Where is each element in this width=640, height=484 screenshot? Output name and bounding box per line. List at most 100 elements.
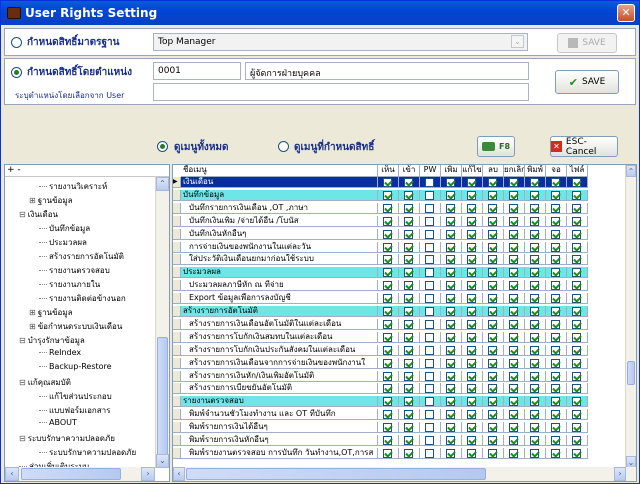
permission-checkbox[interactable] bbox=[425, 281, 434, 291]
permission-checkbox[interactable] bbox=[509, 178, 518, 187]
permission-checkbox[interactable] bbox=[572, 255, 581, 265]
permission-checkbox[interactable] bbox=[488, 294, 497, 304]
permission-checkbox[interactable] bbox=[509, 410, 518, 420]
permission-checkbox[interactable] bbox=[530, 358, 539, 368]
permission-checkbox[interactable] bbox=[383, 332, 392, 342]
tree-scroll-right-button[interactable]: › bbox=[141, 467, 155, 481]
grid-row[interactable]: ใส่ประวัติเงินเดือนยกมาก่อนใช้ระบบ bbox=[173, 254, 627, 266]
tree-scroll-left-button[interactable]: ‹ bbox=[5, 467, 19, 481]
permission-checkbox[interactable] bbox=[572, 229, 581, 239]
permission-checkbox[interactable] bbox=[509, 255, 518, 265]
tree-node[interactable]: แบบฟอร์มเอกสาร bbox=[39, 404, 110, 417]
permission-checkbox[interactable] bbox=[383, 319, 392, 329]
permission-checkbox[interactable] bbox=[404, 242, 413, 252]
permission-checkbox[interactable] bbox=[467, 307, 476, 316]
permission-checkbox[interactable] bbox=[530, 281, 539, 291]
permission-checkbox[interactable] bbox=[404, 190, 413, 200]
permission-checkbox[interactable] bbox=[572, 410, 581, 420]
permission-checkbox[interactable] bbox=[509, 423, 518, 433]
permission-checkbox[interactable] bbox=[572, 358, 581, 368]
position-name-field[interactable]: ผู้จัดการฝ่ายบุคคล bbox=[245, 62, 529, 80]
standard-rights-select[interactable]: Top Manager ⌄ bbox=[153, 33, 528, 51]
permission-checkbox[interactable] bbox=[404, 319, 413, 329]
permission-checkbox[interactable] bbox=[425, 397, 434, 407]
grid-column-header[interactable]: PW bbox=[420, 165, 441, 177]
permission-checkbox[interactable] bbox=[446, 178, 455, 187]
permission-checkbox[interactable] bbox=[425, 423, 434, 433]
permission-checkbox[interactable] bbox=[488, 268, 497, 278]
permission-checkbox[interactable] bbox=[509, 332, 518, 342]
permission-checkbox[interactable] bbox=[425, 345, 434, 355]
permission-checkbox[interactable] bbox=[572, 178, 581, 187]
permission-checkbox[interactable] bbox=[551, 216, 560, 226]
permission-checkbox[interactable] bbox=[530, 216, 539, 226]
user-select-field[interactable] bbox=[153, 83, 529, 101]
permission-checkbox[interactable] bbox=[551, 281, 560, 291]
permission-checkbox[interactable] bbox=[467, 294, 476, 304]
tree-expand-collapse[interactable]: + - bbox=[5, 165, 169, 177]
tree-expander-icon[interactable]: ⊟ bbox=[19, 336, 26, 345]
permission-checkbox[interactable] bbox=[530, 268, 539, 278]
grid-row[interactable]: พิมพ์รายการเงินหักอื่นๆ bbox=[173, 435, 627, 446]
permission-checkbox[interactable] bbox=[530, 229, 539, 239]
permission-checkbox[interactable] bbox=[446, 332, 455, 342]
permission-checkbox[interactable] bbox=[467, 203, 476, 213]
permission-checkbox[interactable] bbox=[551, 448, 560, 458]
permission-checkbox[interactable] bbox=[446, 436, 455, 445]
permission-checkbox[interactable] bbox=[467, 255, 476, 265]
permission-checkbox[interactable] bbox=[446, 410, 455, 420]
permission-checkbox[interactable] bbox=[425, 268, 434, 278]
permission-checkbox[interactable] bbox=[551, 332, 560, 342]
permission-checkbox[interactable] bbox=[488, 190, 497, 200]
permission-checkbox[interactable] bbox=[446, 216, 455, 226]
permission-checkbox[interactable] bbox=[530, 423, 539, 433]
permission-checkbox[interactable] bbox=[404, 307, 413, 316]
permission-checkbox[interactable] bbox=[530, 255, 539, 265]
grid-column-header[interactable]: เห็น bbox=[378, 165, 399, 177]
permission-checkbox[interactable] bbox=[509, 371, 518, 381]
permission-checkbox[interactable] bbox=[530, 448, 539, 458]
permission-checkbox[interactable] bbox=[467, 345, 476, 355]
f8-button[interactable]: F8 bbox=[477, 136, 515, 157]
grid-column-header[interactable]: ไฟล์ bbox=[567, 165, 588, 177]
permission-checkbox[interactable] bbox=[404, 229, 413, 239]
view-all-radio[interactable] bbox=[157, 141, 168, 152]
permission-checkbox[interactable] bbox=[425, 358, 434, 368]
grid-row[interactable]: สร้างรายการเงินเดือนจากการจ่ายเงินของพนั… bbox=[173, 357, 627, 369]
tree-expander-icon[interactable]: ⊞ bbox=[29, 308, 36, 317]
permission-checkbox[interactable] bbox=[488, 307, 497, 316]
permission-checkbox[interactable] bbox=[446, 190, 455, 200]
tree-node[interactable]: แก้ไขส่วนประกอบ bbox=[39, 390, 112, 403]
position-code-field[interactable]: 0001 bbox=[153, 62, 241, 80]
tree-node[interactable]: ระบบรักษาความปลอดภัย bbox=[39, 446, 136, 459]
permission-checkbox[interactable] bbox=[530, 203, 539, 213]
permission-checkbox[interactable] bbox=[551, 423, 560, 433]
save-standard-button[interactable]: SAVE bbox=[557, 33, 617, 53]
permission-checkbox[interactable] bbox=[467, 216, 476, 226]
permission-checkbox[interactable] bbox=[530, 371, 539, 381]
grid-row[interactable]: ▶ เงินเดือน bbox=[173, 177, 627, 188]
permission-checkbox[interactable] bbox=[530, 436, 539, 445]
permission-checkbox[interactable] bbox=[425, 307, 434, 316]
grid-row[interactable]: บันทึกเงินหักอื่นๆ bbox=[173, 228, 627, 240]
permission-checkbox[interactable] bbox=[530, 345, 539, 355]
esc-cancel-button[interactable]: ✕ ESC-Cancel bbox=[550, 136, 618, 157]
permission-checkbox[interactable] bbox=[404, 268, 413, 278]
permission-checkbox[interactable] bbox=[383, 268, 392, 278]
permission-checkbox[interactable] bbox=[446, 307, 455, 316]
permission-checkbox[interactable] bbox=[509, 436, 518, 445]
permission-checkbox[interactable] bbox=[425, 255, 434, 265]
permission-checkbox[interactable] bbox=[404, 294, 413, 304]
permission-checkbox[interactable] bbox=[572, 216, 581, 226]
permission-checkbox[interactable] bbox=[572, 423, 581, 433]
permission-checkbox[interactable] bbox=[572, 384, 581, 394]
grid-row[interactable]: Export ข้อมูลเพื่อการลงบัญชี bbox=[173, 293, 627, 305]
permission-checkbox[interactable] bbox=[446, 242, 455, 252]
permission-checkbox[interactable] bbox=[488, 345, 497, 355]
position-rights-radio[interactable] bbox=[11, 67, 22, 78]
permission-checkbox[interactable] bbox=[425, 410, 434, 420]
permission-checkbox[interactable] bbox=[425, 448, 434, 458]
permission-checkbox[interactable] bbox=[530, 332, 539, 342]
permission-checkbox[interactable] bbox=[572, 281, 581, 291]
permission-checkbox[interactable] bbox=[404, 332, 413, 342]
